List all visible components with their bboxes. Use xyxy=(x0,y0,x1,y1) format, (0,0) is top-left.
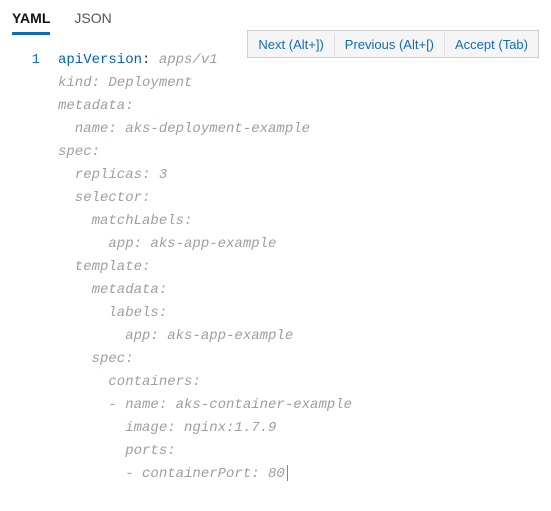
tab-yaml[interactable]: YAML xyxy=(12,6,50,35)
code-line-17: image: nginx:1.7.9 xyxy=(58,420,276,436)
tab-json[interactable]: JSON xyxy=(74,6,111,35)
code-line-12: labels: xyxy=(58,305,167,321)
code-colon: : xyxy=(142,52,159,68)
code-line-5: spec: xyxy=(58,144,100,160)
code-content[interactable]: apiVersion: apps/v1 kind: Deployment met… xyxy=(58,49,352,486)
code-line-11: metadata: xyxy=(58,282,167,298)
code-line-2: kind: Deployment xyxy=(58,75,192,91)
line-number-1: 1 xyxy=(0,49,40,72)
code-line-4: name: aks-deployment-example xyxy=(58,121,310,137)
code-line-18: ports: xyxy=(58,443,176,459)
code-line-13: app: aks-app-example xyxy=(58,328,293,344)
code-line-6: replicas: 3 xyxy=(58,167,167,183)
code-line-15: containers: xyxy=(58,374,201,390)
code-val-apiVersion: apps/v1 xyxy=(159,52,218,68)
line-number-gutter: 1 xyxy=(0,49,58,486)
code-line-10: template: xyxy=(58,259,150,275)
code-editor[interactable]: 1 apiVersion: apps/v1 kind: Deployment m… xyxy=(0,35,551,486)
code-line-19: - containerPort: 80 xyxy=(58,466,285,482)
code-line-16: - name: aks-container-example xyxy=(58,397,352,413)
code-line-9: app: aks-app-example xyxy=(58,236,276,252)
cursor-indicator xyxy=(287,465,288,481)
code-line-7: selector: xyxy=(58,190,150,206)
code-key-apiVersion: apiVersion xyxy=(58,52,142,68)
code-line-3: metadata: xyxy=(58,98,134,114)
code-line-14: spec: xyxy=(58,351,134,367)
code-line-8: matchLabels: xyxy=(58,213,192,229)
